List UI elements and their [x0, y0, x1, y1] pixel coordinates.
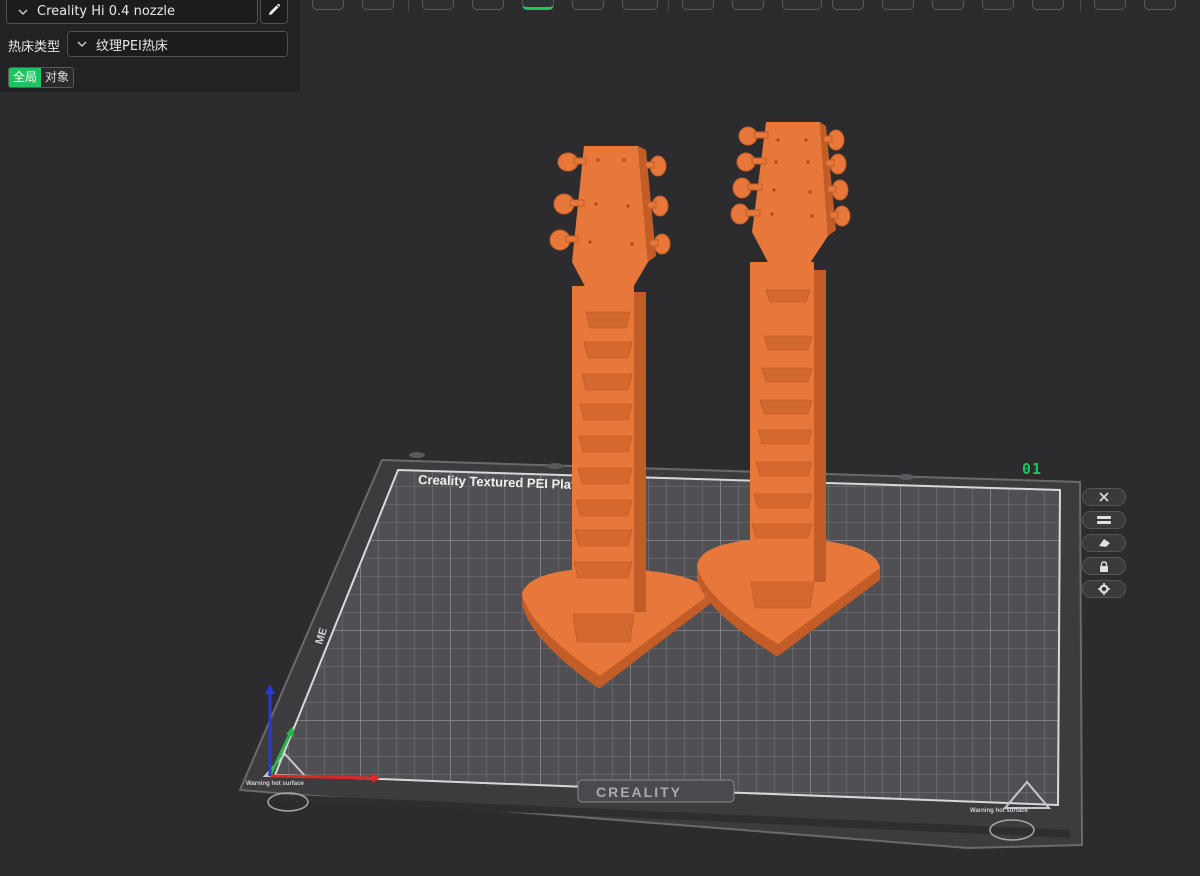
top-toolbar	[300, 0, 1200, 20]
close-icon	[1099, 492, 1109, 502]
scope-object-button[interactable]: 对象	[41, 68, 74, 87]
scope-global-button[interactable]: 全局	[9, 68, 42, 87]
support-paint-icon[interactable]	[732, 0, 764, 10]
toolbar-divider	[1080, 0, 1081, 12]
lock-plate-button[interactable]	[1082, 557, 1126, 575]
cut-icon[interactable]	[682, 0, 714, 10]
ruler-icon[interactable]	[622, 0, 658, 10]
printer-value: Creality Hi 0.4 nozzle	[37, 4, 176, 19]
eraser-icon	[1099, 539, 1110, 547]
split-view-icon[interactable]	[572, 0, 604, 10]
bed-type-label: 热床类型	[8, 40, 61, 55]
list-icon	[1097, 516, 1111, 524]
guitar-stand-left[interactable]	[522, 146, 710, 688]
toolbar-divider	[408, 0, 409, 12]
plate-number[interactable]: 01	[1022, 460, 1042, 478]
3d-viewport[interactable]: Creality Textured PEI Plate CREALITY ME …	[0, 0, 1200, 876]
arrange-plate-button[interactable]	[1082, 511, 1126, 529]
print-settings-panel: Creality Hi 0.4 nozzle 热床类型 纹理PEI热床 全局 对…	[0, 0, 300, 92]
printer-select[interactable]: Creality Hi 0.4 nozzle	[6, 0, 258, 24]
plate-warning-left: Warning hot surface	[246, 781, 304, 787]
measure-icon[interactable]	[932, 0, 964, 10]
arrange-icon[interactable]	[472, 0, 504, 10]
scope-toggle: 全局 对象	[8, 67, 75, 88]
plate-settings-button[interactable]	[1082, 580, 1126, 598]
settings-icon[interactable]	[1094, 0, 1126, 10]
bed-type-value: 纹理PEI热床	[96, 38, 168, 54]
hollow-icon[interactable]	[832, 0, 864, 10]
plate-brand: CREALITY	[596, 784, 682, 800]
seam-icon[interactable]	[782, 0, 822, 10]
keyboard-icon[interactable]	[362, 0, 394, 10]
lock-icon	[1100, 560, 1108, 572]
more-icon[interactable]	[1144, 0, 1176, 10]
add-cube-icon[interactable]	[312, 0, 344, 10]
assembly-icon[interactable]	[982, 0, 1014, 10]
guitar-stand-right[interactable]	[697, 122, 880, 656]
text-icon[interactable]	[882, 0, 914, 10]
layer-view-icon[interactable]	[522, 0, 554, 10]
gear-icon	[1098, 583, 1110, 595]
grid-icon[interactable]	[1032, 0, 1064, 10]
plate-warning-right: Warning hot surface	[970, 808, 1028, 814]
bed-type-select[interactable]: 纹理PEI热床	[67, 31, 288, 57]
chevron-down-icon	[15, 9, 31, 15]
toolbar-divider	[668, 0, 669, 12]
chevron-down-icon	[74, 41, 90, 47]
edit-printer-button[interactable]	[260, 0, 288, 24]
pencil-icon	[267, 2, 281, 21]
orient-plate-button[interactable]	[1082, 534, 1126, 552]
orient-icon[interactable]	[422, 0, 454, 10]
delete-plate-button[interactable]	[1082, 488, 1126, 506]
printer-row: Creality Hi 0.4 nozzle	[6, 0, 288, 24]
